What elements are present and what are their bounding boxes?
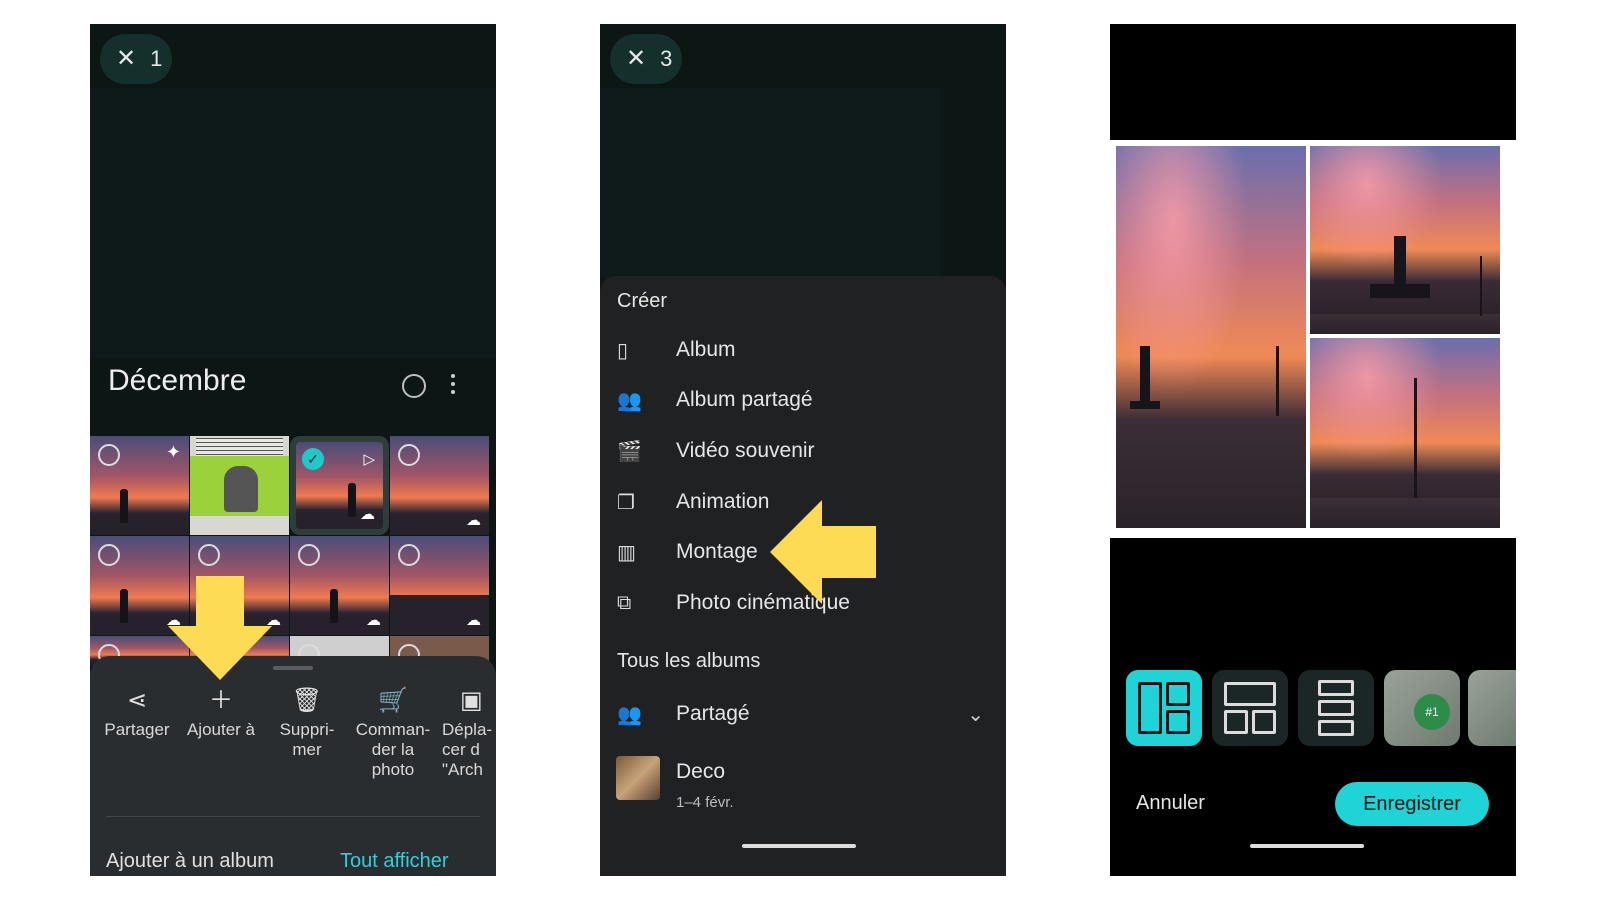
menu-item-label: Montage	[676, 540, 758, 563]
menu-item-label: Animation	[676, 490, 770, 513]
cinematic-icon: ⧉	[617, 591, 632, 614]
home-indicator	[742, 844, 856, 848]
create-section-title: Créer	[617, 290, 668, 312]
select-circle[interactable]	[298, 544, 320, 566]
layout-template-2[interactable]	[1212, 670, 1288, 746]
menu-item-album[interactable]: ▯ Album	[600, 330, 1006, 370]
collage-photo-left[interactable]	[1116, 146, 1306, 528]
see-all-link[interactable]: Tout afficher	[340, 850, 449, 873]
month-heading: Décembre	[108, 364, 247, 397]
action-label: Dépla- cer d "Arch	[442, 720, 493, 779]
screen-photos-selection: ✕ 1 Décembre ✦ ✓ ▷ ☁ ☁ ☁ ☁ ☁ ☁ ⋖ Partage…	[90, 24, 496, 876]
album-date: 1–4 févr.	[676, 794, 734, 811]
share-icon: ⋖	[126, 687, 148, 714]
delete-button[interactable]: 🗑 Suppri- mer	[262, 686, 352, 760]
clapperboard-icon: 🎬	[617, 440, 642, 463]
photo-tile[interactable]: ✦	[90, 436, 189, 535]
action-sheet: ⋖ Partager ＋ Ajouter à 🗑 Suppri- mer 🛒 C…	[90, 656, 496, 876]
check-icon[interactable]: ✓	[302, 448, 324, 470]
collage-canvas[interactable]	[1110, 140, 1516, 538]
shared-icon: 👥	[617, 703, 642, 726]
animation-icon: ❐	[617, 491, 635, 514]
more-options-icon[interactable]	[450, 372, 456, 398]
blank-area	[600, 88, 940, 278]
photo-tile[interactable]: ☁	[390, 436, 489, 535]
add-to-button[interactable]: ＋ Ajouter à	[176, 686, 266, 740]
menu-item-label: Album partagé	[676, 388, 813, 411]
menu-item-label: Album	[676, 338, 736, 361]
trash-icon: 🗑	[291, 687, 323, 714]
selection-count: 3	[660, 46, 673, 71]
cloud-icon: ☁	[366, 612, 381, 629]
cloud-icon: ☁	[466, 612, 481, 629]
selection-close-chip[interactable]: ✕ 3	[610, 34, 682, 84]
divider	[106, 816, 480, 817]
action-label: Comman- der la photo	[355, 720, 431, 779]
album-name-row: · Deco	[600, 752, 1006, 792]
play-icon: ▷	[363, 451, 375, 468]
archive-icon: ▣	[460, 687, 483, 714]
select-circle[interactable]	[98, 544, 120, 566]
shared-albums-row[interactable]: 👥 Partagé ⌄	[600, 694, 1006, 734]
album-thumbnail	[616, 756, 660, 800]
blank-area	[90, 88, 496, 358]
select-circle[interactable]	[98, 444, 120, 466]
select-circle[interactable]	[398, 544, 420, 566]
order-photo-button[interactable]: 🛒 Comman- der la photo	[348, 686, 438, 780]
close-icon[interactable]: ✕	[626, 47, 646, 71]
sparkle-icon: ✦	[165, 442, 181, 462]
menu-item-shared-album[interactable]: 👥 Album partagé	[600, 380, 1006, 420]
move-to-archive-button[interactable]: ▣ Dépla- cer d "Arch	[430, 686, 496, 780]
home-indicator	[1250, 844, 1364, 848]
award-badge-icon: #1	[1414, 694, 1450, 730]
photo-tile[interactable]: ☁	[390, 536, 489, 635]
collage-photo-top-right[interactable]	[1310, 146, 1500, 334]
album-icon: ▯	[617, 339, 629, 362]
menu-item-video[interactable]: 🎬 Vidéo souvenir	[600, 431, 1006, 471]
screen-create-menu: ✕ 3 Créer ▯ Album 👥 Album partagé 🎬 Vidé…	[600, 24, 1006, 876]
plus-icon: ＋	[209, 687, 233, 714]
collage-photo-bottom-right[interactable]	[1310, 338, 1500, 528]
select-circle[interactable]	[198, 544, 220, 566]
yellow-arrow-down-icon	[168, 576, 272, 680]
layout-template-1[interactable]	[1126, 670, 1202, 746]
shared-album-icon: 👥	[617, 389, 642, 412]
shared-label: Partagé	[676, 702, 750, 725]
add-to-album-heading: Ajouter à un album	[106, 850, 274, 872]
action-label: Partager	[104, 720, 170, 739]
layout-template-3[interactable]	[1298, 670, 1374, 746]
photo-tile[interactable]	[190, 436, 289, 535]
album-name: Deco	[676, 760, 726, 783]
save-button[interactable]: Enregistrer	[1335, 782, 1489, 826]
select-month-circle[interactable]	[402, 374, 426, 398]
photo-tile-selected[interactable]: ✓ ▷ ☁	[290, 436, 389, 535]
yellow-arrow-left-icon	[770, 500, 876, 604]
collage-icon: ▥	[617, 541, 636, 564]
menu-item-label: Vidéo souvenir	[676, 439, 815, 462]
sheet-handle[interactable]	[273, 666, 313, 670]
cart-icon: 🛒	[378, 687, 408, 714]
selection-close-chip[interactable]: ✕ 1	[100, 34, 172, 84]
share-button[interactable]: ⋖ Partager	[92, 686, 182, 740]
action-label: Suppri- mer	[279, 720, 335, 759]
action-label: Ajouter à	[186, 720, 256, 739]
cloud-icon: ☁	[466, 512, 481, 529]
select-circle[interactable]	[398, 444, 420, 466]
layout-template-5[interactable]	[1468, 670, 1516, 746]
photo-tile[interactable]: ☁	[290, 536, 389, 635]
cloud-icon: ☁	[360, 506, 375, 523]
chevron-down-icon[interactable]: ⌄	[967, 702, 984, 727]
close-icon[interactable]: ✕	[116, 47, 136, 71]
selection-count: 1	[150, 46, 163, 71]
cancel-button[interactable]: Annuler	[1136, 792, 1205, 815]
screen-collage-editor: #1 Annuler Enregistrer	[1110, 24, 1516, 876]
all-albums-title: Tous les albums	[617, 650, 761, 672]
layout-template-4[interactable]: #1	[1384, 670, 1460, 746]
